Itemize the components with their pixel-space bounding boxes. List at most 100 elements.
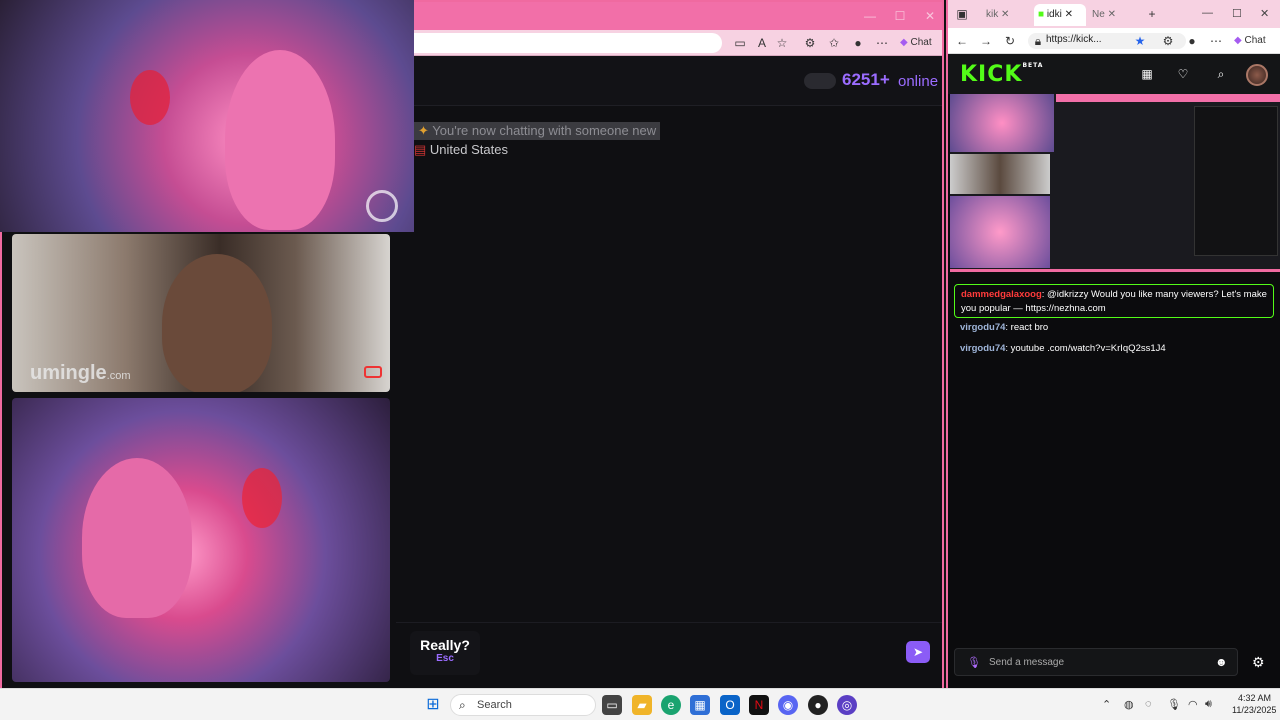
profile-icon[interactable]: ● bbox=[1184, 33, 1200, 49]
online-count: 6251+ bbox=[842, 70, 890, 89]
app-icon[interactable]: ◎ bbox=[837, 695, 857, 715]
search-placeholder: Search bbox=[477, 699, 512, 711]
tab-idkrizzy[interactable]: ■ idki ✕ bbox=[1034, 4, 1086, 26]
tray-app-icon[interactable]: ◍ bbox=[1124, 698, 1134, 711]
extensions-icon[interactable]: ⚙ bbox=[802, 35, 818, 51]
task-view-icon[interactable]: ▭ bbox=[602, 695, 622, 715]
tab-new[interactable]: Ne ✕ bbox=[1088, 4, 1144, 26]
refresh-icon[interactable]: ↻ bbox=[1002, 33, 1018, 49]
chat-text: : react bro bbox=[1005, 322, 1049, 333]
pinned-chat-message: dammedgalaxoog: @idkrizzy Would you like… bbox=[954, 284, 1274, 318]
outlook-icon[interactable]: O bbox=[720, 695, 740, 715]
right-titlebar: ▣ kik ✕ ■ idki ✕ Ne ✕ + — ☐ ✕ bbox=[948, 0, 1280, 28]
read-aloud-icon[interactable]: A bbox=[754, 35, 770, 51]
profile-icon[interactable]: ● bbox=[850, 35, 866, 51]
windows-taskbar: ⊞ ⌕ Search ▭ ▰ e ▦ O N ◉ ● ◎ ⌃ ◍ ◌ 🎙︎ ◠ … bbox=[0, 688, 1280, 720]
windows-start-icon[interactable]: ⊞ bbox=[424, 696, 442, 714]
overlay-badge-icon bbox=[366, 190, 398, 222]
kick-favicon: ■ bbox=[1038, 9, 1045, 20]
copilot-icon: ◆ bbox=[1234, 35, 1242, 46]
neon-sign bbox=[130, 70, 170, 125]
favorite-star-icon[interactable]: ★ bbox=[1132, 33, 1148, 49]
copilot-chat-button[interactable]: ◆ Chat bbox=[900, 37, 932, 48]
close-icon[interactable]: ✕ bbox=[1260, 7, 1269, 20]
drops-icon[interactable]: ▦ bbox=[1140, 67, 1154, 81]
chat-message: virgodu74: youtube .com/watch?v=KrIqQ2ss… bbox=[960, 343, 1166, 354]
streamer-webcam-overlay bbox=[0, 0, 414, 232]
search-icon[interactable]: ⌕ bbox=[1214, 67, 1228, 81]
clock-date[interactable]: 11/23/2025 bbox=[1232, 705, 1276, 715]
stream-thumb-stranger bbox=[950, 154, 1050, 194]
chat-log: ✦ You're now chatting with someone new ▤… bbox=[396, 106, 942, 616]
edge-icon[interactable]: e bbox=[661, 695, 681, 715]
taskbar-search[interactable]: ⌕ Search bbox=[450, 694, 596, 716]
maximize-icon[interactable]: ☐ bbox=[1232, 7, 1242, 20]
tray-overflow-icon[interactable]: ⌃ bbox=[1102, 698, 1111, 711]
copilot-icon: ◆ bbox=[900, 37, 908, 48]
report-icon[interactable] bbox=[364, 366, 382, 378]
wifi-icon[interactable]: ◠ bbox=[1188, 698, 1198, 711]
minimize-icon[interactable]: — bbox=[1202, 7, 1213, 19]
star-icon[interactable]: ☆ bbox=[774, 35, 790, 51]
send-icon: ➤ bbox=[912, 645, 924, 659]
chat-input-placeholder: Send a message bbox=[989, 657, 1065, 668]
kick-header: KICKBETA ▦ ♡ ⌕ bbox=[948, 54, 1280, 94]
message-input[interactable] bbox=[490, 631, 910, 675]
neon-sign bbox=[242, 468, 282, 528]
following-heart-icon[interactable]: ♡ bbox=[1176, 67, 1190, 81]
forward-icon[interactable]: → bbox=[978, 33, 994, 49]
more-icon[interactable]: ⋯ bbox=[874, 35, 890, 51]
store-icon[interactable]: ▦ bbox=[690, 695, 710, 715]
emoji-icon[interactable]: ☻ bbox=[1215, 655, 1228, 669]
send-button[interactable]: ➤ bbox=[906, 641, 930, 663]
stream-player[interactable] bbox=[950, 94, 1280, 272]
chat-username[interactable]: dammedgalaxoog bbox=[961, 289, 1042, 300]
stream-thumb-cam bbox=[950, 94, 1054, 152]
sparkle-icon: ✦ bbox=[418, 123, 429, 138]
netflix-icon[interactable]: N bbox=[749, 695, 769, 715]
microphone-icon[interactable]: 🎙︎ bbox=[967, 656, 981, 669]
discord-icon[interactable]: ◉ bbox=[778, 695, 798, 715]
back-icon[interactable]: ← bbox=[954, 33, 970, 49]
really-skip-button[interactable]: Really? Esc bbox=[410, 631, 480, 675]
microphone-icon[interactable]: 🎙︎ bbox=[1167, 698, 1181, 711]
more-icon[interactable]: ⋯ bbox=[1208, 33, 1224, 49]
user-avatar[interactable] bbox=[1246, 64, 1268, 86]
kick-chat-input[interactable]: 🎙︎ Send a message ☻ bbox=[954, 648, 1238, 676]
stranger-country: ▤ United States bbox=[414, 142, 508, 157]
lock-icon: 🔒︎ bbox=[1034, 34, 1042, 48]
file-explorer-icon[interactable]: ▰ bbox=[632, 695, 652, 715]
self-figure bbox=[82, 458, 192, 618]
favorites-icon[interactable]: ✩ bbox=[826, 35, 842, 51]
system-message: ✦ You're now chatting with someone new bbox=[414, 122, 661, 140]
close-icon[interactable]: ✕ bbox=[922, 8, 938, 24]
new-tab-icon[interactable]: + bbox=[1144, 6, 1160, 22]
online-toggle[interactable] bbox=[804, 73, 836, 89]
maximize-icon[interactable]: ☐ bbox=[892, 8, 908, 24]
stream-thumb-self bbox=[950, 196, 1050, 268]
clock-time[interactable]: 4:32 AM bbox=[1238, 693, 1271, 703]
chat-username[interactable]: virgodu74 bbox=[960, 343, 1005, 354]
chat-username[interactable]: virgodu74 bbox=[960, 322, 1005, 333]
extensions-icon[interactable]: ⚙ bbox=[1160, 33, 1176, 49]
chat-label: Chat bbox=[910, 37, 932, 48]
streamer-figure bbox=[225, 50, 335, 230]
chat-composer: Really? Esc ➤ bbox=[396, 622, 942, 682]
tab-actions-icon[interactable]: ▣ bbox=[954, 6, 970, 22]
chat-settings-icon[interactable]: ⚙ bbox=[1252, 654, 1265, 671]
stream-thumb-kick bbox=[1194, 106, 1278, 256]
camera-icon[interactable]: ▭ bbox=[732, 35, 748, 51]
search-icon: ⌕ bbox=[459, 698, 466, 712]
kick-chat-feed: dammedgalaxoog: @idkrizzy Would you like… bbox=[950, 280, 1280, 640]
online-label: online bbox=[898, 73, 939, 90]
volume-icon[interactable]: 🔊︎ bbox=[1205, 698, 1212, 711]
umingle-watermark: umingle.com bbox=[30, 362, 131, 384]
tray-app-icon[interactable]: ◌ bbox=[1145, 698, 1152, 710]
chat-text: : youtube .com/watch?v=KrIqQ2ss1J4 bbox=[1005, 343, 1166, 354]
copilot-chat-button[interactable]: ◆ Chat bbox=[1234, 35, 1266, 46]
kick-logo[interactable]: KICKBETA bbox=[960, 62, 1043, 87]
minimize-icon[interactable]: — bbox=[862, 8, 878, 24]
obs-icon[interactable]: ● bbox=[808, 695, 828, 715]
url-text: https://kick... bbox=[1046, 34, 1102, 45]
tab-kick[interactable]: kik ✕ bbox=[982, 4, 1032, 26]
